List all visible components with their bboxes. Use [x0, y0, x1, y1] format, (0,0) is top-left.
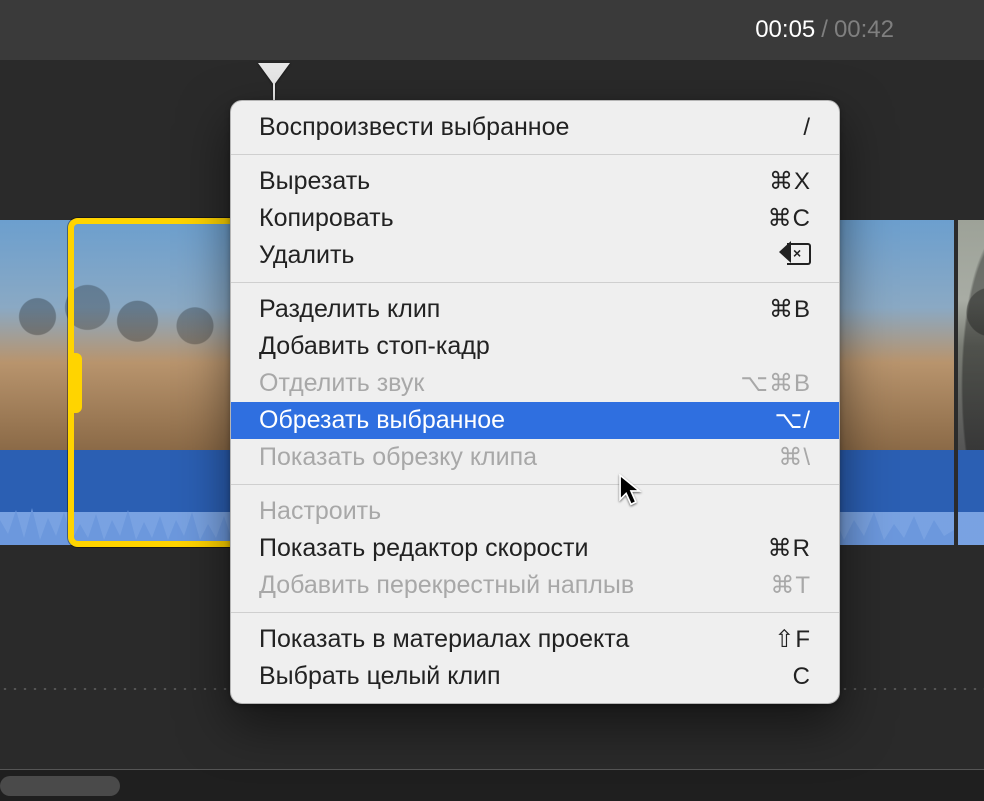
- menu-item-label: Показать редактор скорости: [259, 534, 588, 563]
- menu-item-shortcut: ⌘\: [731, 443, 811, 472]
- menu-item-show-clip-trimmer: Показать обрезку клипа ⌘\: [231, 439, 839, 476]
- menu-item-shortcut: ⇧F: [731, 625, 811, 654]
- menu-separator: [231, 282, 839, 283]
- menu-item-play-selection[interactable]: Воспроизвести выбранное /: [231, 109, 839, 146]
- menu-item-copy[interactable]: Копировать ⌘C: [231, 200, 839, 237]
- time-current: 00:05: [755, 16, 815, 44]
- clip-audio-track[interactable]: [958, 450, 984, 545]
- menu-item-delete[interactable]: Удалить ×: [231, 237, 839, 274]
- menu-item-shortcut: ×: [731, 242, 811, 270]
- menu-item-label: Удалить: [259, 241, 354, 270]
- menu-item-label: Отделить звук: [259, 369, 424, 398]
- waveform-icon: [0, 490, 250, 545]
- horizontal-scrollbar[interactable]: [0, 769, 984, 801]
- menu-item-cut[interactable]: Вырезать ⌘X: [231, 163, 839, 200]
- menu-item-label: Показать в материалах проекта: [259, 625, 629, 654]
- menu-item-add-freeze-frame[interactable]: Добавить стоп-кадр: [231, 328, 839, 365]
- menu-item-shortcut: ⌥⌘B: [731, 369, 811, 398]
- menu-separator: [231, 154, 839, 155]
- context-menu: Воспроизвести выбранное / Вырезать ⌘X Копиро…: [230, 100, 840, 704]
- menu-item-label: Воспроизвести выбранное: [259, 113, 569, 142]
- menu-separator: [231, 612, 839, 613]
- menu-item-shortcut: /: [731, 114, 811, 142]
- menu-item-label: Настроить: [259, 497, 381, 526]
- time-separator: /: [815, 16, 834, 44]
- menu-item-label: Показать обрезку клипа: [259, 443, 537, 472]
- scrollbar-thumb[interactable]: [0, 776, 120, 796]
- menu-item-reveal-in-project-media[interactable]: Показать в материалах проекта ⇧F: [231, 621, 839, 658]
- menu-item-select-entire-clip[interactable]: Выбрать целый клип C: [231, 658, 839, 695]
- playback-time-bar: 00:05 / 00:42: [0, 0, 984, 60]
- menu-item-label: Обрезать выбранное: [259, 406, 505, 435]
- waveform-icon: [958, 490, 984, 545]
- menu-item-shortcut: ⌥/: [731, 406, 811, 435]
- menu-item-label: Выбрать целый клип: [259, 662, 501, 691]
- menu-item-shortcut: ⌘T: [731, 571, 811, 600]
- timeline-clip[interactable]: [958, 220, 984, 545]
- menu-item-label: Добавить стоп-кадр: [259, 332, 490, 361]
- menu-item-label: Разделить клип: [259, 295, 440, 324]
- menu-item-label: Копировать: [259, 204, 394, 233]
- menu-item-adjust: Настроить: [231, 493, 839, 530]
- menu-item-add-cross-dissolve: Добавить перекрестный наплыв ⌘T: [231, 567, 839, 604]
- menu-item-shortcut: ⌘R: [731, 534, 811, 563]
- clip-thumbnail: [0, 220, 250, 450]
- menu-item-trim-selection[interactable]: Обрезать выбранное ⌥/: [231, 402, 839, 439]
- menu-item-shortcut: ⌘X: [731, 167, 811, 196]
- menu-separator: [231, 484, 839, 485]
- menu-item-split-clip[interactable]: Разделить клип ⌘B: [231, 291, 839, 328]
- timeline-clip[interactable]: [0, 220, 250, 545]
- clip-audio-track[interactable]: [0, 450, 250, 545]
- backspace-icon: ×: [781, 243, 811, 263]
- menu-item-shortcut: ⌘C: [731, 204, 811, 233]
- menu-item-shortcut: C: [731, 663, 811, 691]
- menu-item-shortcut: ⌘B: [731, 295, 811, 324]
- menu-item-show-speed-editor[interactable]: Показать редактор скорости ⌘R: [231, 530, 839, 567]
- playhead-icon[interactable]: [258, 63, 290, 85]
- clip-thumbnail: [958, 220, 984, 450]
- menu-item-label: Добавить перекрестный наплыв: [259, 571, 634, 600]
- menu-item-label: Вырезать: [259, 167, 370, 196]
- time-total: 00:42: [834, 16, 894, 44]
- menu-item-detach-audio: Отделить звук ⌥⌘B: [231, 365, 839, 402]
